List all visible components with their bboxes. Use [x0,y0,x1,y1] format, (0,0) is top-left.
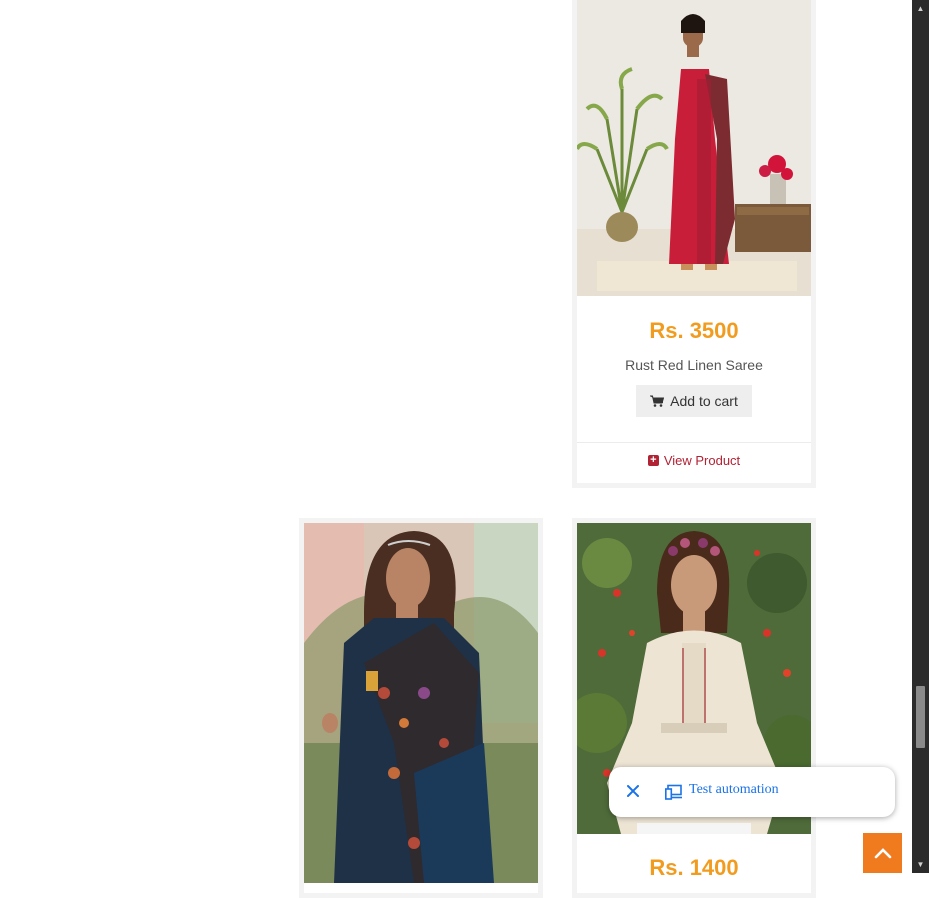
view-product-link[interactable]: + View Product [577,453,811,468]
view-product-label: View Product [663,453,741,468]
scroll-up-arrow-icon[interactable]: ▲ [912,0,929,17]
cart-icon [650,395,665,407]
product-card: Rs. 3500 Rust Red Linen Saree Add to car… [572,0,816,488]
product-name[interactable]: Rust Red Linen Saree [577,357,811,373]
add-to-cart-label: Add to cart [670,393,738,409]
product-card: Rs. 1400 [572,518,816,898]
product-card-body: Rs. 3500 Rust Red Linen Saree Add to car… [577,0,811,483]
product-image[interactable] [304,523,538,883]
product-card-body [304,523,538,893]
devices-icon [665,784,682,800]
test-automation-label[interactable]: Test automation [689,782,779,798]
chevron-up-icon [874,848,891,859]
plus-square-icon: + [647,455,659,466]
product-price: Rs. 3500 [649,318,739,343]
add-to-cart-button[interactable]: Add to cart [636,385,752,417]
product-card-body: Rs. 1400 [577,523,811,893]
scroll-thumb[interactable] [916,686,925,748]
card-divider [577,442,811,443]
test-automation-toolbar: Test automation [609,767,895,817]
scroll-down-arrow-icon[interactable]: ▼ [912,856,929,873]
close-icon[interactable] [624,782,642,800]
product-card [299,518,543,898]
product-image[interactable] [577,0,811,296]
scroll-to-top-button[interactable] [863,833,902,873]
page-scrollbar[interactable]: ▲ ▼ [912,0,929,873]
product-price: Rs. 1400 [649,855,739,880]
